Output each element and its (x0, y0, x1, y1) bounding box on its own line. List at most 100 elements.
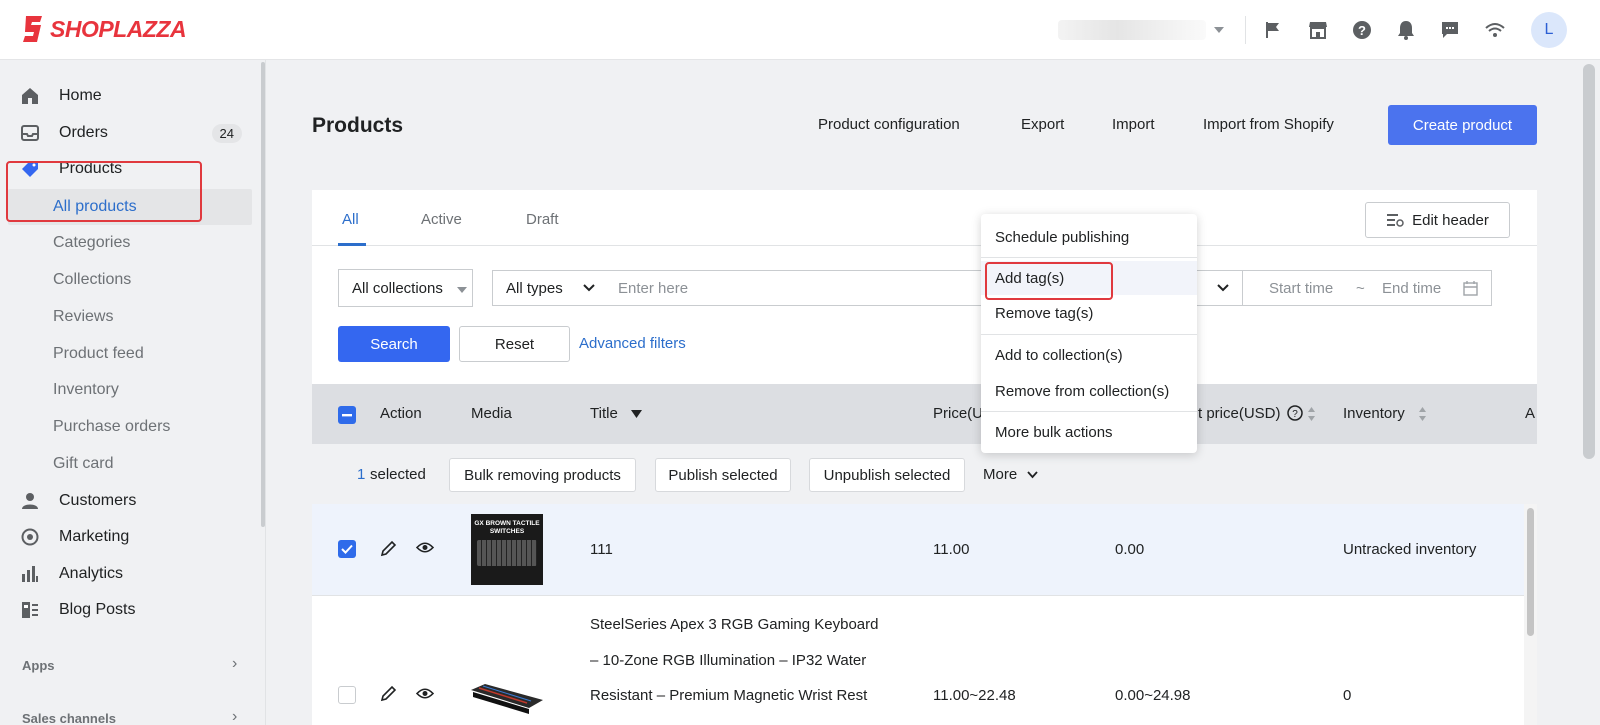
sidebar-subitem-collections[interactable]: Collections (8, 262, 252, 298)
sidebar-section-sales-channels[interactable]: Sales channels (22, 711, 116, 725)
collections-select[interactable]: All collections (338, 269, 473, 307)
sidebar-item-orders[interactable]: Orders 24 (8, 115, 252, 151)
sort-icon[interactable] (1307, 406, 1316, 422)
select-all-checkbox[interactable] (338, 406, 356, 424)
column-header-compare-price[interactable]: t price(USD) (1198, 405, 1281, 422)
chevron-right-icon[interactable]: › (232, 655, 237, 673)
chevron-right-icon[interactable]: › (232, 708, 237, 725)
top-bar: SHOPLAZZA ? L (0, 0, 1600, 60)
sidebar-item-label: Analytics (59, 565, 124, 582)
sidebar-item-blog-posts[interactable]: Blog Posts (8, 592, 252, 628)
page-title: Products (312, 114, 404, 137)
unpublish-selected-button[interactable]: Unpublish selected (809, 458, 965, 492)
product-title-line[interactable]: Resistant – Premium Magnetic Wrist Rest (590, 687, 867, 704)
bulk-actions-menu: Schedule publishing Add tag(s) Remove ta… (981, 214, 1197, 453)
import-from-shopify-button[interactable]: Import from Shopify (1203, 116, 1334, 133)
tab-active[interactable]: Active (421, 211, 462, 228)
bulk-remove-button[interactable]: Bulk removing products (449, 458, 636, 492)
date-range-picker[interactable]: Start time ~ End time (1242, 270, 1492, 306)
chat-icon[interactable] (1437, 17, 1463, 43)
import-button[interactable]: Import (1112, 116, 1155, 133)
export-button[interactable]: Export (1021, 116, 1064, 133)
eye-icon[interactable] (416, 687, 434, 700)
svg-text:?: ? (1292, 409, 1298, 420)
shoplazza-logo[interactable]: SHOPLAZZA (22, 14, 187, 44)
bell-icon[interactable] (1393, 17, 1419, 43)
thumbnail-caption: GX BROWN TACTILE SWITCHES (474, 520, 540, 535)
menu-item-remove-from-collections[interactable]: Remove from collection(s) (981, 374, 1197, 408)
product-compare-price: 0.00 (1115, 541, 1145, 558)
types-select[interactable]: All types (492, 270, 606, 306)
sidebar-subitem-gift-card[interactable]: Gift card (8, 446, 252, 482)
more-actions-button[interactable]: More (983, 466, 1039, 483)
selected-count: 1 (357, 466, 366, 483)
menu-item-add-to-collections[interactable]: Add to collection(s) (981, 338, 1197, 372)
product-title-line[interactable]: SteelSeries Apex 3 RGB Gaming Keyboard (590, 616, 879, 633)
eye-icon[interactable] (416, 541, 434, 554)
sidebar-subitem-label: Gift card (53, 455, 114, 472)
menu-item-more-bulk-actions[interactable]: More bulk actions (981, 415, 1197, 449)
edit-header-button[interactable]: Edit header (1365, 202, 1510, 238)
pencil-icon[interactable] (380, 540, 397, 557)
blog-icon (19, 599, 41, 621)
range-separator: ~ (1356, 279, 1365, 297)
product-title-line[interactable]: – 10-Zone RGB Illumination – IP32 Water (590, 652, 866, 669)
product-title[interactable]: 111 (590, 541, 613, 558)
avatar[interactable]: L (1531, 12, 1567, 48)
column-header-media: Media (471, 405, 512, 422)
home-icon (19, 85, 41, 107)
sidebar-subitem-inventory[interactable]: Inventory (8, 372, 252, 408)
sidebar-item-home[interactable]: Home (8, 78, 252, 114)
row-checkbox[interactable] (338, 540, 356, 558)
sidebar-item-label: Customers (59, 492, 137, 509)
table-scrollbar[interactable] (1527, 508, 1534, 636)
divider (1245, 16, 1246, 44)
sidebar-subitem-product-feed[interactable]: Product feed (8, 336, 252, 372)
sidebar-subitem-reviews[interactable]: Reviews (8, 299, 252, 335)
column-header-price[interactable]: Price(U (933, 405, 983, 422)
store-selector[interactable] (1058, 18, 1228, 42)
calendar-icon (1463, 281, 1478, 296)
sort-desc-icon[interactable] (631, 410, 642, 419)
selected-label: selected (370, 466, 426, 483)
column-header-title[interactable]: Title (590, 405, 618, 422)
sidebar-subitem-categories[interactable]: Categories (8, 225, 252, 261)
tab-draft[interactable]: Draft (526, 211, 559, 228)
search-button[interactable]: Search (338, 326, 450, 362)
sidebar-item-marketing[interactable]: Marketing (8, 519, 252, 555)
row-checkbox[interactable] (338, 686, 356, 704)
help-circle-icon[interactable]: ? (1287, 405, 1303, 421)
highlight-box (985, 262, 1113, 300)
column-header-inventory[interactable]: Inventory (1343, 405, 1405, 422)
reset-button[interactable]: Reset (459, 326, 570, 362)
tab-all[interactable]: All (342, 211, 359, 228)
sidebar-subitem-purchase-orders[interactable]: Purchase orders (8, 409, 252, 445)
end-time-placeholder: End time (1382, 279, 1442, 297)
sidebar-scrollbar[interactable] (261, 62, 265, 527)
chevron-down-icon (1027, 471, 1039, 479)
status-tabs (312, 190, 1537, 246)
create-product-button[interactable]: Create product (1388, 105, 1537, 145)
sidebar-item-analytics[interactable]: Analytics (8, 556, 252, 592)
search-input-placeholder: Enter here (618, 279, 689, 297)
menu-item-schedule-publishing[interactable]: Schedule publishing (981, 220, 1197, 254)
chevron-down-icon (1214, 27, 1224, 33)
sidebar-section-apps[interactable]: Apps (22, 658, 55, 673)
bar-chart-icon (19, 563, 41, 585)
sort-icon[interactable] (1418, 406, 1427, 422)
wifi-icon[interactable] (1482, 17, 1508, 43)
sidebar-subitem-label: Collections (53, 271, 132, 288)
page-scrollbar[interactable] (1583, 64, 1595, 459)
help-icon[interactable]: ? (1349, 17, 1375, 43)
pencil-icon[interactable] (380, 685, 397, 702)
sidebar-item-customers[interactable]: Customers (8, 483, 252, 519)
menu-item-remove-tags[interactable]: Remove tag(s) (981, 296, 1197, 330)
product-configuration-button[interactable]: Product configuration (818, 116, 960, 133)
sidebar-item-label: Orders (59, 124, 108, 141)
product-price: 11.00~22.48 (933, 687, 1016, 704)
publish-selected-button[interactable]: Publish selected (655, 458, 791, 492)
chevron-down-icon (1217, 284, 1229, 292)
flag-icon[interactable] (1260, 17, 1286, 43)
store-icon[interactable] (1305, 17, 1331, 43)
advanced-filters-link[interactable]: Advanced filters (579, 335, 686, 352)
